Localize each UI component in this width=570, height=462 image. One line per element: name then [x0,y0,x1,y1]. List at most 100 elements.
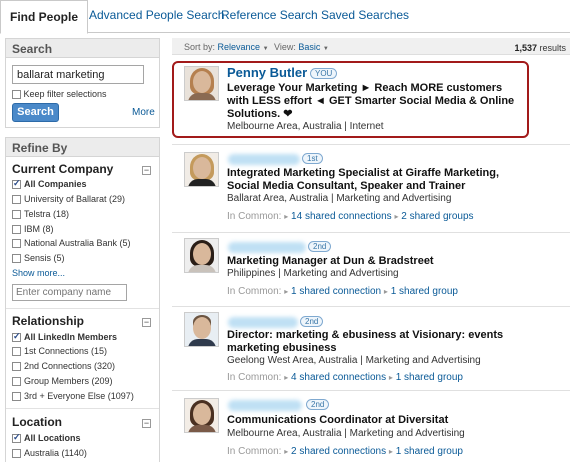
search-panel: Search Keep filter selections Search Mor… [5,38,160,128]
facet-company-item[interactable]: National Australia Bank (5) [12,238,131,248]
result-item: 2nd Director: marketing & ebusiness at V… [172,310,570,388]
blurred-name[interactable] [228,154,300,165]
results-count: 1,537 results [514,43,566,53]
avatar[interactable] [184,152,219,187]
degree-badge: 2nd [308,241,332,252]
chevron-down-icon: ▼ [262,46,269,52]
divider [172,390,570,391]
location-collapse-icon[interactable]: − [142,419,151,428]
show-more-link[interactable]: Show more... [12,268,65,278]
tab-reference-search[interactable]: Reference Search [221,8,318,22]
in-common: In Common: ▸ 1 shared connection ▸ 1 sha… [227,286,458,297]
current-company-collapse-icon[interactable]: − [142,166,151,175]
checkbox[interactable] [12,448,21,458]
keep-filter-checkbox[interactable] [12,90,21,100]
facet-relationship-item[interactable]: 1st Connections (15) [12,346,107,356]
refine-panel-title: Refine By [6,138,159,157]
company-name-input[interactable] [12,284,127,301]
checkbox[interactable] [12,209,21,219]
you-badge: YOU [310,68,338,79]
checkbox[interactable] [12,346,21,356]
facet-company-item[interactable]: University of Ballarat (29) [12,194,125,204]
result-item: 1st Integrated Marketing Specialist at G… [172,148,570,230]
facet-all-locations[interactable]: All Locations [12,432,81,443]
degree-badge: 2nd [300,316,324,327]
more-link[interactable]: More [132,107,155,118]
in-common: In Common: ▸ 2 shared connections ▸ 1 sh… [227,446,463,457]
avatar[interactable] [184,312,219,347]
tab-advanced-people-search[interactable]: Advanced People Search [89,8,224,22]
facet-all-companies[interactable]: All Companies [12,178,87,189]
divider [172,306,570,307]
result-headline: Communications Coordinator at Diversitat [227,414,449,426]
tab-find-people[interactable]: Find People [0,0,89,34]
relationship-collapse-icon[interactable]: − [142,318,151,327]
result-headline: Leverage Your Marketing ► Reach MORE cus… [227,82,515,120]
checkbox[interactable] [12,178,21,189]
blurred-name[interactable] [228,400,302,411]
result-item: 2nd Marketing Manager at Dun & Bradstree… [172,236,570,302]
search-panel-title: Search [6,39,159,58]
view-control[interactable]: View: Basic ▼ [274,42,329,52]
result-item: Penny Butler YOU Leverage Your Marketing… [172,61,570,138]
checkbox[interactable] [12,224,21,234]
result-headline: Marketing Manager at Dun & Bradstreet [227,255,434,267]
avatar[interactable] [184,66,219,101]
checkbox[interactable] [12,194,21,204]
shared-connections-link[interactable]: 4 shared connections [291,372,386,383]
divider [172,144,570,145]
in-common: In Common: ▸ 14 shared connections ▸ 2 s… [227,211,474,222]
shared-groups-link[interactable]: 2 shared groups [401,211,473,222]
blurred-name[interactable] [228,317,298,328]
divider [6,408,159,409]
tab-saved-searches[interactable]: Saved Searches [321,8,409,22]
result-location: Philippines | Marketing and Advertising [227,268,399,279]
degree-badge: 2nd [306,399,330,410]
shared-connections-link[interactable]: 2 shared connections [291,446,386,457]
search-input[interactable] [12,65,144,84]
arrow-icon: ▸ [388,447,393,456]
refine-panel: Refine By Current Company − All Companie… [5,137,160,462]
facet-all-members[interactable]: All LinkedIn Members [12,331,117,342]
avatar[interactable] [184,238,219,273]
shared-groups-link[interactable]: 1 shared group [391,286,458,297]
arrow-icon: ▸ [394,212,399,221]
checkbox[interactable] [12,376,21,386]
divider [172,232,570,233]
sort-by-control[interactable]: Sort by: Relevance ▼ [184,42,269,52]
checkbox[interactable] [12,432,21,443]
result-headline: Director: marketing & ebusiness at Visio… [227,329,504,354]
result-location: Geelong West Area, Australia | Marketing… [227,355,481,366]
facet-relationship-item[interactable]: 3rd + Everyone Else (1097) [12,391,134,401]
result-name[interactable]: Penny Butler [227,65,307,80]
facet-relationship-item[interactable]: Group Members (209) [12,376,113,386]
keep-filter-option[interactable]: Keep filter selections [12,89,107,100]
checkbox[interactable] [12,253,21,263]
result-location: Melbourne Area, Australia | Internet [227,121,384,132]
keep-filter-label: Keep filter selections [23,89,107,99]
current-company-title: Current Company [12,162,114,176]
arrow-icon: ▸ [388,373,393,382]
sort-bar: Sort by: Relevance ▼ View: Basic ▼ 1,537… [172,38,570,55]
shared-groups-link[interactable]: 1 shared group [396,446,463,457]
checkbox[interactable] [12,331,21,342]
search-tabs: Find People Advanced People Search Refer… [0,0,570,34]
arrow-icon: ▸ [284,447,289,456]
facet-company-item[interactable]: Sensis (5) [12,253,65,263]
facet-company-item[interactable]: Telstra (18) [12,209,69,219]
facet-relationship-item[interactable]: 2nd Connections (320) [12,361,115,371]
facet-company-item[interactable]: IBM (8) [12,224,54,234]
checkbox[interactable] [12,361,21,371]
shared-connections-link[interactable]: 14 shared connections [291,211,392,222]
arrow-icon: ▸ [284,212,289,221]
shared-connections-link[interactable]: 1 shared connection [291,286,381,297]
avatar[interactable] [184,398,219,433]
facet-location-item[interactable]: Australia (1140) [12,448,87,458]
blurred-name[interactable] [228,242,306,253]
chevron-down-icon: ▼ [322,46,329,52]
checkbox[interactable] [12,238,21,248]
shared-groups-link[interactable]: 1 shared group [396,372,463,383]
search-button[interactable]: Search [12,103,59,122]
checkbox[interactable] [12,391,21,401]
result-location: Melbourne Area, Australia | Marketing an… [227,428,465,439]
